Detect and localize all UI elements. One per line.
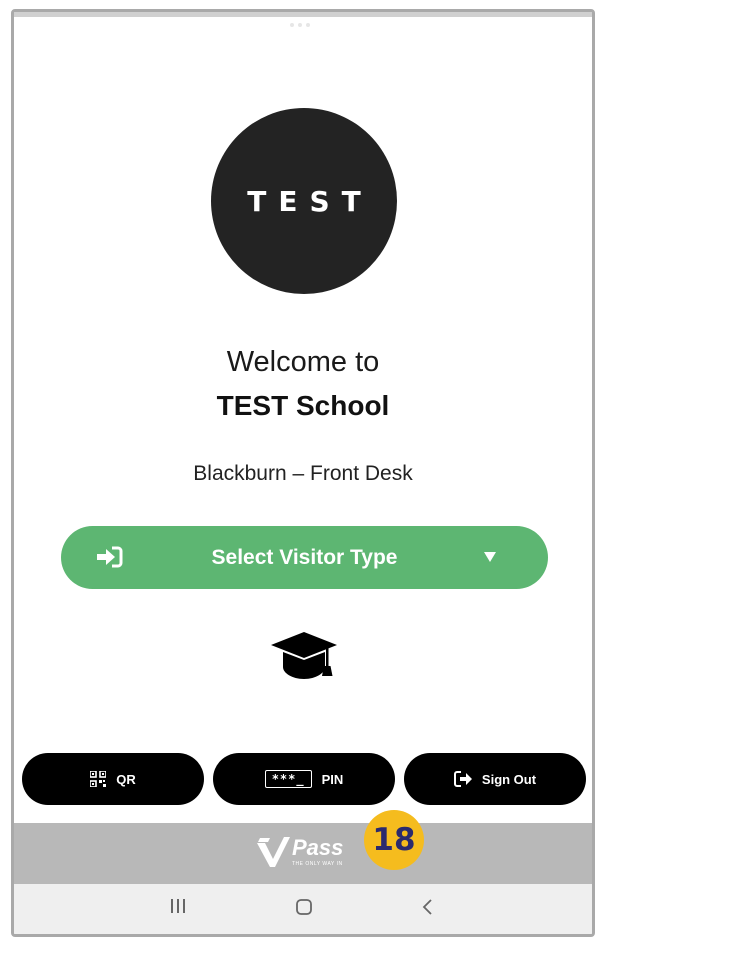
back-icon[interactable]	[421, 898, 433, 916]
pin-label: PIN	[321, 771, 344, 787]
school-logo: TEST	[211, 108, 397, 294]
sign-out-button[interactable]: Sign Out	[404, 753, 586, 805]
recent-apps-icon[interactable]	[170, 898, 186, 914]
sign-out-label: Sign Out	[481, 771, 537, 787]
footer-bar: Pass THE ONLY WAY IN 18	[14, 810, 592, 884]
vpass-logo: Pass THE ONLY WAY IN	[256, 837, 343, 867]
top-status-bar	[14, 12, 592, 17]
welcome-text: Welcome to	[226, 346, 380, 378]
brand-name: Pass	[292, 835, 344, 860]
location-text: Blackburn – Front Desk	[193, 462, 413, 485]
pin-field-icon: ***_	[264, 770, 312, 788]
caret-down-icon	[484, 552, 496, 562]
device-frame: TEST Welcome to TEST School Blackburn – …	[11, 9, 595, 937]
select-visitor-type-button[interactable]: Select Visitor Type	[61, 526, 548, 589]
qr-button[interactable]: QR	[22, 753, 204, 805]
pin-button[interactable]: ***_ PIN	[213, 753, 395, 805]
android-nav-bar	[14, 884, 592, 934]
graduation-cap-icon	[271, 632, 337, 679]
school-name: TEST School	[216, 390, 390, 421]
qr-code-icon	[90, 771, 107, 787]
brand-tagline: THE ONLY WAY IN	[292, 861, 343, 867]
school-logo-text: TEST	[247, 184, 373, 218]
qr-label: QR	[116, 771, 136, 787]
select-visitor-type-label: Select Visitor Type	[211, 546, 398, 569]
home-icon[interactable]	[295, 898, 313, 916]
sign-out-icon	[453, 771, 472, 787]
vpass-v-icon	[257, 837, 290, 867]
count-badge: 18	[364, 810, 424, 870]
camera-indicator	[289, 23, 311, 27]
